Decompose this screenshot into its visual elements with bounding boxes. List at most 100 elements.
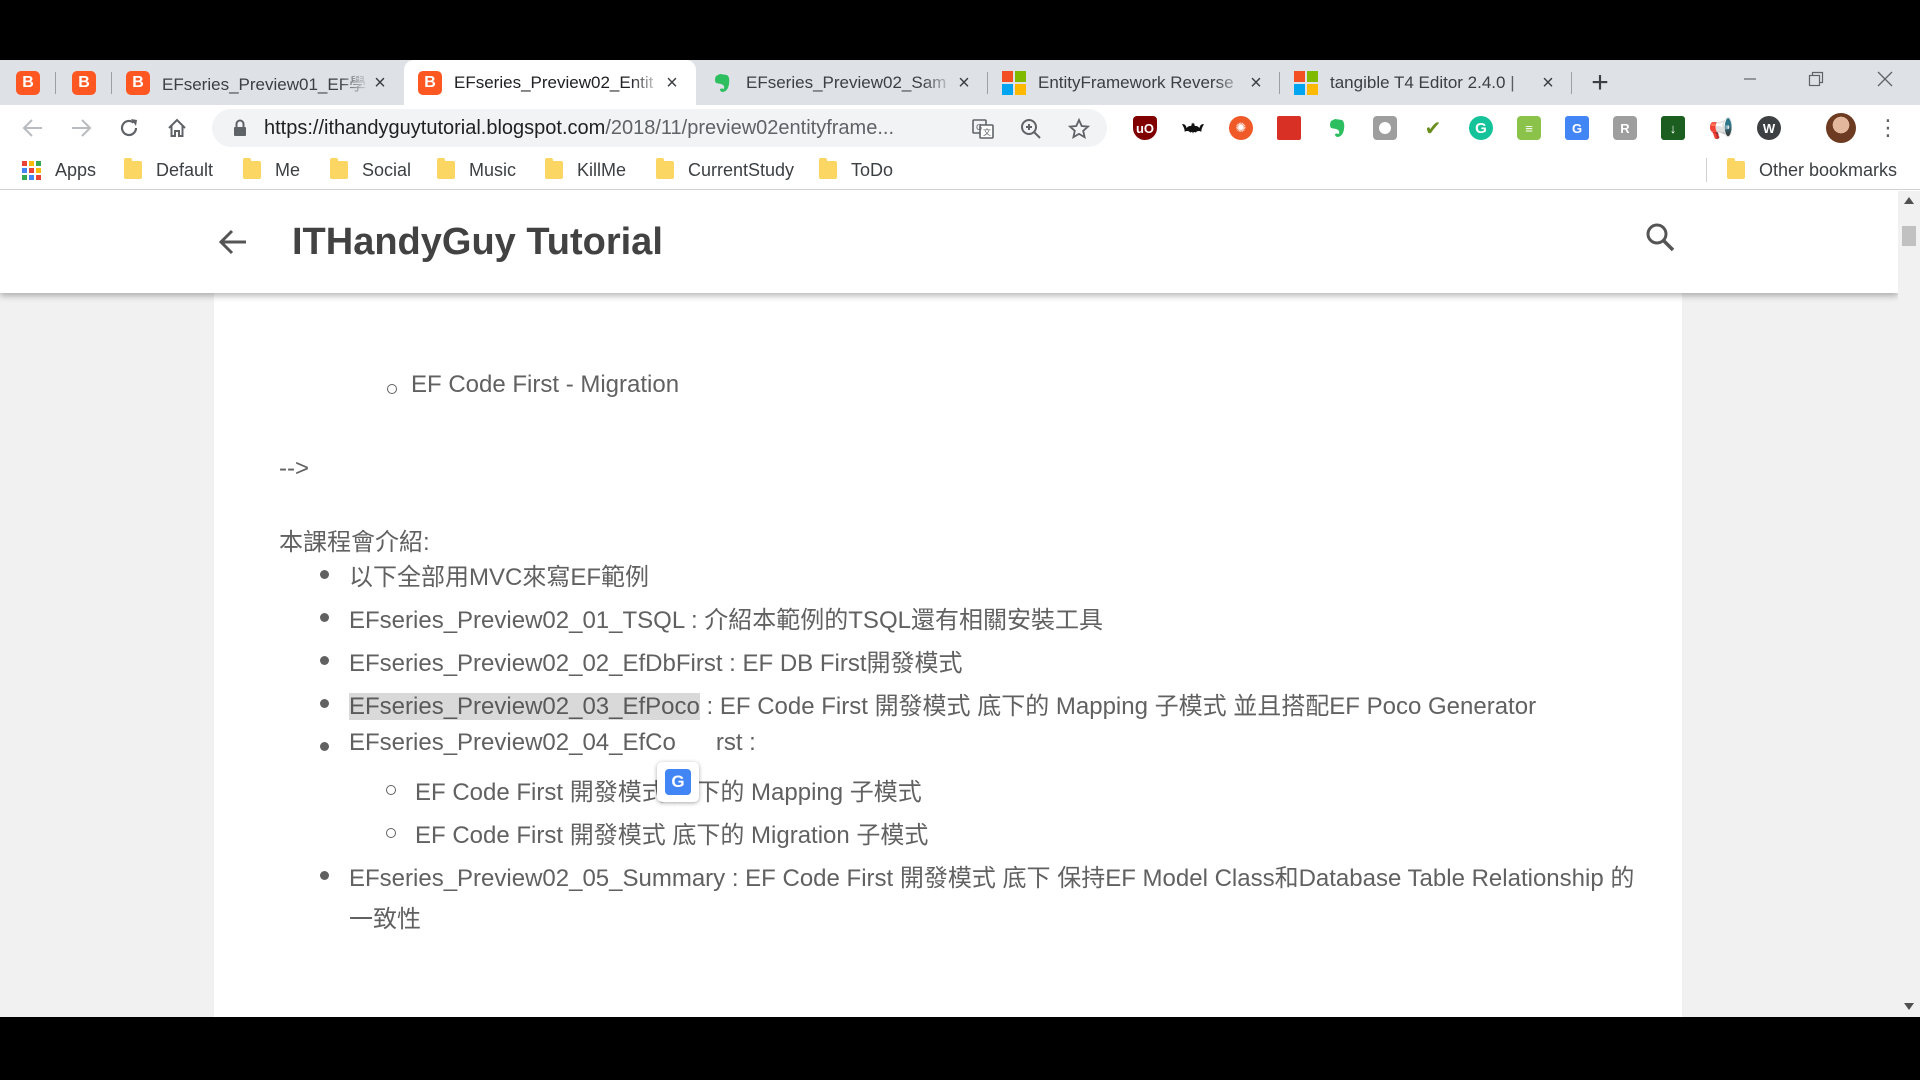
tab-title: EFseries_Preview01_EF學 (162, 75, 367, 94)
close-icon[interactable]: × (1538, 73, 1558, 93)
scroll-up-arrow[interactable] (1904, 197, 1914, 204)
bookmark-folder-music[interactable]: Music (437, 150, 516, 190)
bookmark-folder-default[interactable]: Default (124, 150, 213, 190)
sub-bullet (386, 785, 396, 795)
square-icon[interactable] (1373, 116, 1397, 140)
apps-icon (22, 160, 41, 180)
list-item: EFseries_Preview02_03_EfPoco : EF Code F… (349, 686, 1536, 721)
microsoft-icon (1002, 70, 1026, 95)
pinned-tab[interactable]: B (56, 60, 112, 105)
folder-icon (545, 158, 563, 179)
tab-title: EFseries_Preview02_Sam (746, 72, 947, 92)
bullet (320, 871, 329, 880)
home-button[interactable] (153, 108, 201, 148)
tab-efseries-preview01[interactable]: B EFseries_Preview01_EF學 × (112, 60, 404, 105)
close-icon[interactable]: × (1246, 73, 1266, 93)
microsoft-icon (1294, 70, 1318, 95)
bookmark-folder-social[interactable]: Social (330, 150, 411, 190)
bookmark-folder-currentstudy[interactable]: CurrentStudy (656, 150, 794, 190)
list-item: EF Code First 開發模式 底下的 Migration 子模式 (415, 822, 929, 849)
zoom-icon[interactable] (1018, 116, 1044, 142)
scroll-down-arrow[interactable] (1904, 1003, 1914, 1010)
tab-efseries-preview02-entit[interactable]: B EFseries_Preview02_Entit × (404, 60, 696, 105)
orange-circle-icon[interactable]: ✺ (1229, 116, 1253, 140)
evernote-icon (710, 71, 734, 95)
tab-title: tangible T4 Editor 2.4.0 | (1330, 72, 1515, 92)
bookmark-apps[interactable]: Apps (22, 150, 96, 190)
reload-button[interactable] (105, 108, 153, 148)
blogger-icon: B (16, 70, 40, 95)
tab-entityframework-reverse[interactable]: EntityFramework Reverse × (988, 60, 1280, 105)
minimize-button[interactable] (1715, 60, 1785, 98)
post-body: EF Code First - Migration --> 本課程會介紹: 以下… (214, 191, 1682, 1017)
translate-icon[interactable]: G文 (970, 116, 996, 142)
pinned-tab[interactable]: B (0, 60, 56, 105)
url-path: /2018/11/preview02entityframe... (605, 116, 894, 139)
home-icon (168, 118, 186, 137)
page-scrollbar[interactable] (1898, 191, 1920, 1017)
close-icon[interactable]: × (954, 73, 974, 93)
grammarly-icon[interactable]: G (1469, 116, 1493, 140)
green-ext-icon[interactable]: ≡ (1517, 116, 1541, 140)
bookmark-label: Me (275, 159, 301, 180)
tab-tangible-t4-editor[interactable]: tangible T4 Editor 2.4.0 | × (1280, 60, 1572, 105)
bullet (320, 699, 329, 708)
w-ext-icon[interactable]: W (1757, 116, 1781, 140)
bookmark-folder-other[interactable]: Other bookmarks (1727, 150, 1897, 190)
folder-icon (437, 158, 455, 179)
selected-text[interactable]: EFseries_Preview02_03_EfPoco (349, 693, 700, 720)
browser-toolbar: https://ithandyguytutorial.blogspot.com/… (0, 105, 1920, 150)
list-item: EFseries_Preview02_04_EfCo rst : (349, 729, 756, 757)
star-icon[interactable] (1066, 116, 1092, 142)
list-item: EFseries_Preview02_05_Summary : EF Code … (349, 865, 1635, 892)
google-translate-popup-button[interactable]: G (657, 762, 699, 802)
browser-window: B B B EFseries_Preview01_EF學 × B EFserie… (0, 60, 1920, 1017)
grey-ext-icon[interactable]: R (1613, 116, 1637, 140)
batman-icon[interactable] (1181, 116, 1205, 140)
folder-icon (330, 158, 348, 179)
sub-bullet (387, 384, 397, 394)
red-book-icon[interactable] (1277, 116, 1301, 140)
address-bar[interactable]: https://ithandyguytutorial.blogspot.com/… (212, 109, 1107, 147)
close-window-button[interactable] (1850, 60, 1920, 98)
check-icon[interactable]: ✔ (1421, 116, 1445, 140)
tab-efseries-preview02-sam[interactable]: EFseries_Preview02_Sam × (696, 60, 988, 105)
svg-text:G: G (976, 123, 982, 132)
bookmark-folder-killme[interactable]: KillMe (545, 150, 626, 190)
arrow-left-icon (22, 118, 42, 137)
close-icon[interactable]: × (370, 73, 390, 93)
blog-title[interactable]: ITHandyGuy Tutorial (292, 221, 663, 264)
lock-icon[interactable] (230, 118, 250, 138)
new-tab-button[interactable]: + (1578, 60, 1622, 105)
bookmark-label: KillMe (577, 159, 627, 180)
avatar[interactable] (1826, 113, 1856, 143)
back-button[interactable] (9, 108, 57, 148)
evernote-icon[interactable] (1325, 116, 1349, 140)
bookmark-folder-me[interactable]: Me (243, 150, 300, 190)
blogger-icon: B (126, 70, 150, 95)
folder-icon (124, 158, 142, 179)
google-translate-icon[interactable]: G (1565, 116, 1589, 140)
back-arrow-button[interactable] (213, 224, 253, 260)
url-text[interactable]: https://ithandyguytutorial.blogspot.com/… (264, 117, 964, 140)
forward-button[interactable] (57, 108, 105, 148)
list-item: EFseries_Preview02_02_EfDbFirst : EF DB … (349, 650, 963, 677)
tab-strip: B B B EFseries_Preview01_EF學 × B EFserie… (0, 60, 1920, 105)
folder-icon (1727, 158, 1745, 179)
scrollbar-thumb[interactable] (1902, 226, 1916, 246)
list-item: EFseries_Preview02_01_TSQL : 介紹本範例的TSQL還… (349, 607, 1103, 634)
page-viewport: EF Code First - Migration --> 本課程會介紹: 以下… (0, 191, 1920, 1017)
search-button[interactable] (1640, 217, 1680, 257)
download-icon[interactable]: ↓ (1661, 116, 1685, 140)
megaphone-icon[interactable]: 📢 (1709, 116, 1734, 140)
list-item: 以下全部用MVC來寫EF範例 (349, 564, 649, 591)
letterbox-bottom (0, 1017, 1920, 1080)
intro-heading: 本課程會介紹: (279, 529, 430, 556)
bookmark-label: CurrentStudy (688, 159, 795, 180)
bookmarks-bar: Apps Default Me Social Music KillMe Curr… (0, 150, 1920, 190)
close-icon[interactable]: × (662, 73, 682, 93)
restore-button[interactable] (1781, 60, 1851, 98)
bookmark-folder-todo[interactable]: ToDo (819, 150, 893, 190)
menu-icon[interactable]: ⋮ (1876, 115, 1900, 140)
ublock-icon[interactable]: uO (1133, 116, 1157, 140)
